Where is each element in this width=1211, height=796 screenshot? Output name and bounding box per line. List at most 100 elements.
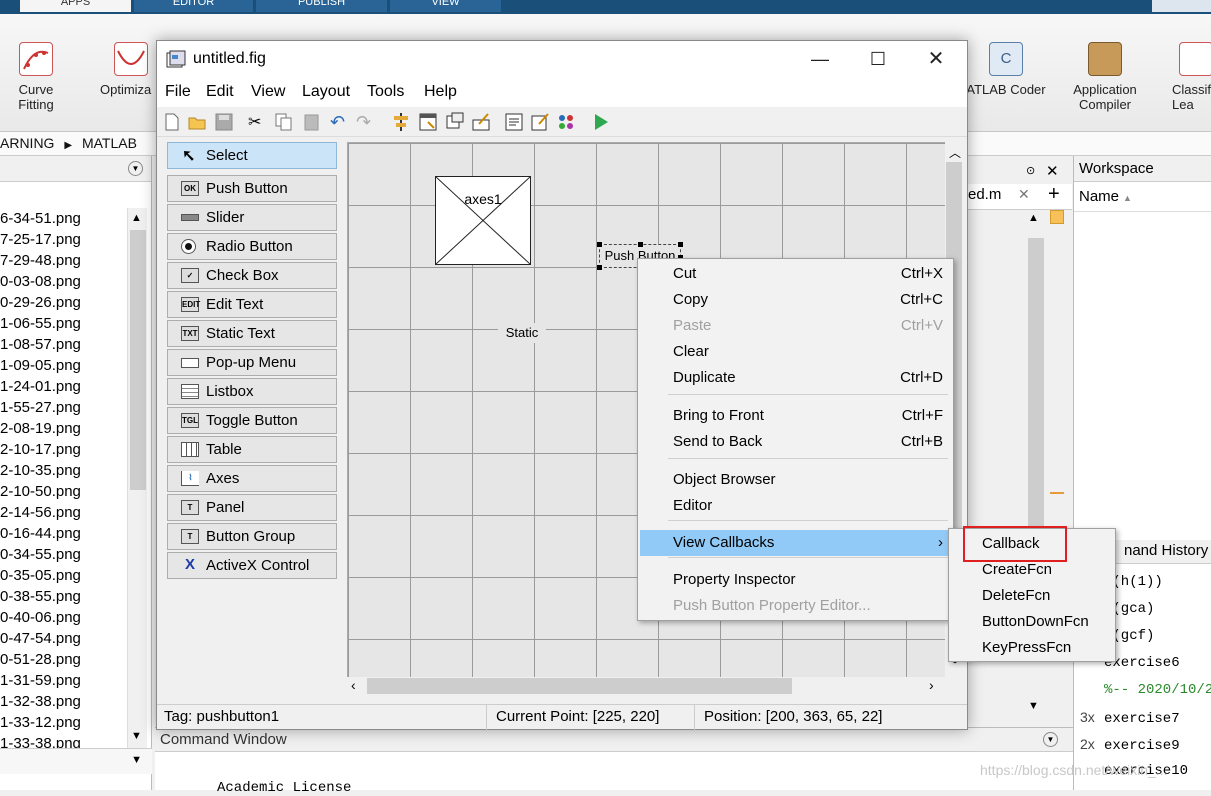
file-list-item[interactable]: 0-16-44.png [0, 523, 127, 544]
redo-icon[interactable]: ↷ [356, 112, 376, 132]
selection-handle[interactable] [678, 242, 683, 247]
minimize-button[interactable]: — [791, 41, 849, 79]
submenu-item-deletefcn[interactable]: DeleteFcn [951, 583, 1113, 609]
palette-slider[interactable]: Slider [167, 204, 337, 231]
app-optimization[interactable]: Optimiza [100, 28, 162, 97]
file-list-item[interactable]: 6-34-51.png [0, 208, 127, 229]
menu-item-property-inspector[interactable]: Property Inspector [640, 567, 951, 593]
copy-icon[interactable] [274, 112, 294, 132]
maximize-button[interactable]: ☐ [849, 41, 907, 79]
file-list-item[interactable]: 0-51-28.png [0, 649, 127, 670]
file-list-item[interactable]: 1-08-57.png [0, 334, 127, 355]
paste-icon[interactable] [302, 112, 322, 132]
menu-item-editor[interactable]: Editor [640, 493, 951, 519]
tab-view[interactable]: VIEW [390, 0, 502, 12]
palette-table[interactable]: Table [167, 436, 337, 463]
scroll-right-icon[interactable]: › [929, 677, 934, 693]
palette-radio-button[interactable]: Radio Button [167, 233, 337, 260]
canvas-horizontal-scrollbar[interactable]: ‹ › [347, 677, 945, 695]
palette-push-button[interactable]: OK Push Button [167, 175, 337, 202]
history-entry[interactable]: %-- 2020/10/20 [1080, 682, 1211, 698]
scroll-up-icon[interactable]: ︿ [949, 144, 961, 161]
axes-component[interactable]: axes1 [435, 176, 531, 265]
run-figure-icon[interactable] [591, 112, 611, 132]
menu-item-send-to-back[interactable]: Send to Back Ctrl+B [640, 429, 951, 455]
editor-tab[interactable]: ed.m [968, 186, 1001, 203]
panel-menu-icon[interactable]: ⊙ [1026, 164, 1035, 177]
file-list-item[interactable]: 1-33-38.png [0, 733, 127, 748]
file-list-item[interactable]: 1-31-59.png [0, 670, 127, 691]
scroll-left-icon[interactable]: ‹ [351, 677, 356, 693]
file-list-item[interactable]: 0-47-54.png [0, 628, 127, 649]
menu-item-object-browser[interactable]: Object Browser [640, 467, 951, 493]
scroll-thumb[interactable] [130, 230, 146, 490]
palette-check-box[interactable]: ✓ Check Box [167, 262, 337, 289]
palette-button-group[interactable]: T Button Group [167, 523, 337, 550]
panel-menu-icon[interactable]: ▼ [128, 161, 143, 176]
history-entry[interactable]: 3x exercise7 [1080, 709, 1180, 727]
file-list-item[interactable]: 0-03-08.png [0, 271, 127, 292]
submenu-item-buttondownfcn[interactable]: ButtonDownFcn [951, 609, 1113, 635]
editor-icon[interactable] [504, 112, 524, 132]
file-list-item[interactable]: 2-10-35.png [0, 460, 127, 481]
menu-item-cut[interactable]: Cut Ctrl+X [640, 261, 951, 287]
menu-item-push-button-property-editor[interactable]: Push Button Property Editor... [640, 593, 951, 619]
new-file-icon[interactable] [162, 112, 182, 132]
breadcrumb-item[interactable]: MATLAB [82, 135, 137, 151]
cut-icon[interactable]: ✂ [248, 112, 268, 132]
file-list-item[interactable]: 7-29-48.png [0, 250, 127, 271]
save-icon[interactable] [214, 112, 234, 132]
app-matlab-coder[interactable]: C ATLAB Coder [962, 28, 1050, 97]
app-application-compiler[interactable]: Application Compiler [1062, 28, 1148, 112]
close-button[interactable]: ✕ [907, 41, 965, 79]
tab-order-editor-icon[interactable] [445, 112, 465, 132]
property-inspector-icon[interactable] [530, 112, 550, 132]
menu-item-view-callbacks[interactable]: View Callbacks › [640, 530, 951, 556]
details-bar[interactable]: ▼ [0, 748, 152, 774]
tab-publish[interactable]: PUBLISH [256, 0, 388, 12]
object-browser-icon[interactable] [556, 112, 576, 132]
file-list-item[interactable]: 2-10-50.png [0, 481, 127, 502]
workspace-name-column[interactable]: Name ▲ [1074, 182, 1211, 212]
menu-item-paste[interactable]: Paste Ctrl+V [640, 313, 951, 339]
submenu-item-keypressfcn[interactable]: KeyPressFcn [951, 635, 1113, 661]
scroll-up-icon[interactable]: ▲ [1028, 212, 1039, 224]
menu-item-bring-to-front[interactable]: Bring to Front Ctrl+F [640, 403, 951, 429]
selection-handle[interactable] [597, 242, 602, 247]
palette-popup-menu[interactable]: Pop-up Menu [167, 349, 337, 376]
new-tab-icon[interactable]: + [1048, 183, 1060, 206]
file-list-item[interactable]: 2-08-19.png [0, 418, 127, 439]
app-classification-learner[interactable]: Classif Lea [1166, 28, 1211, 112]
menu-view[interactable]: View [251, 83, 285, 101]
file-list-item[interactable]: 1-33-12.png [0, 712, 127, 733]
chevron-down-icon[interactable]: ▼ [131, 754, 142, 766]
menu-layout[interactable]: Layout [302, 83, 350, 101]
file-list-scrollbar[interactable]: ▲ ▼ [127, 208, 147, 748]
scroll-up-icon[interactable]: ▲ [131, 212, 142, 224]
menu-tools[interactable]: Tools [367, 83, 404, 101]
menu-item-duplicate[interactable]: Duplicate Ctrl+D [640, 365, 951, 391]
tab-close-icon[interactable]: ✕ [1018, 186, 1030, 203]
file-list-item[interactable]: 1-32-38.png [0, 691, 127, 712]
file-list-item[interactable]: 0-38-55.png [0, 586, 127, 607]
menu-file[interactable]: File [165, 83, 191, 101]
tab-editor[interactable]: EDITOR [134, 0, 254, 12]
menu-item-clear[interactable]: Clear [640, 339, 951, 365]
selection-handle[interactable] [597, 265, 602, 270]
breadcrumb-item[interactable]: ARNING [0, 135, 54, 151]
file-list-item[interactable]: 0-40-06.png [0, 607, 127, 628]
quick-access-toolbar[interactable] [1152, 0, 1211, 12]
code-analyzer-warning-icon[interactable] [1050, 210, 1064, 224]
title-bar[interactable]: untitled.fig — ☐ ✕ [157, 41, 967, 79]
history-entry[interactable]: 2x exercise9 [1080, 736, 1180, 754]
panel-menu-icon[interactable]: ▼ [1043, 732, 1058, 747]
palette-arrow-cursor[interactable]: ➚ Select [167, 142, 337, 169]
file-list-item[interactable]: 1-24-01.png [0, 376, 127, 397]
warning-marker[interactable] [1050, 492, 1064, 494]
menu-help[interactable]: Help [424, 83, 457, 101]
palette-activex[interactable]: X ActiveX Control [167, 552, 337, 579]
palette-toggle-button[interactable]: TGL Toggle Button [167, 407, 337, 434]
file-list-item[interactable]: 0-34-55.png [0, 544, 127, 565]
align-objects-icon[interactable] [391, 112, 411, 132]
static-text-component[interactable]: Static [498, 323, 546, 343]
